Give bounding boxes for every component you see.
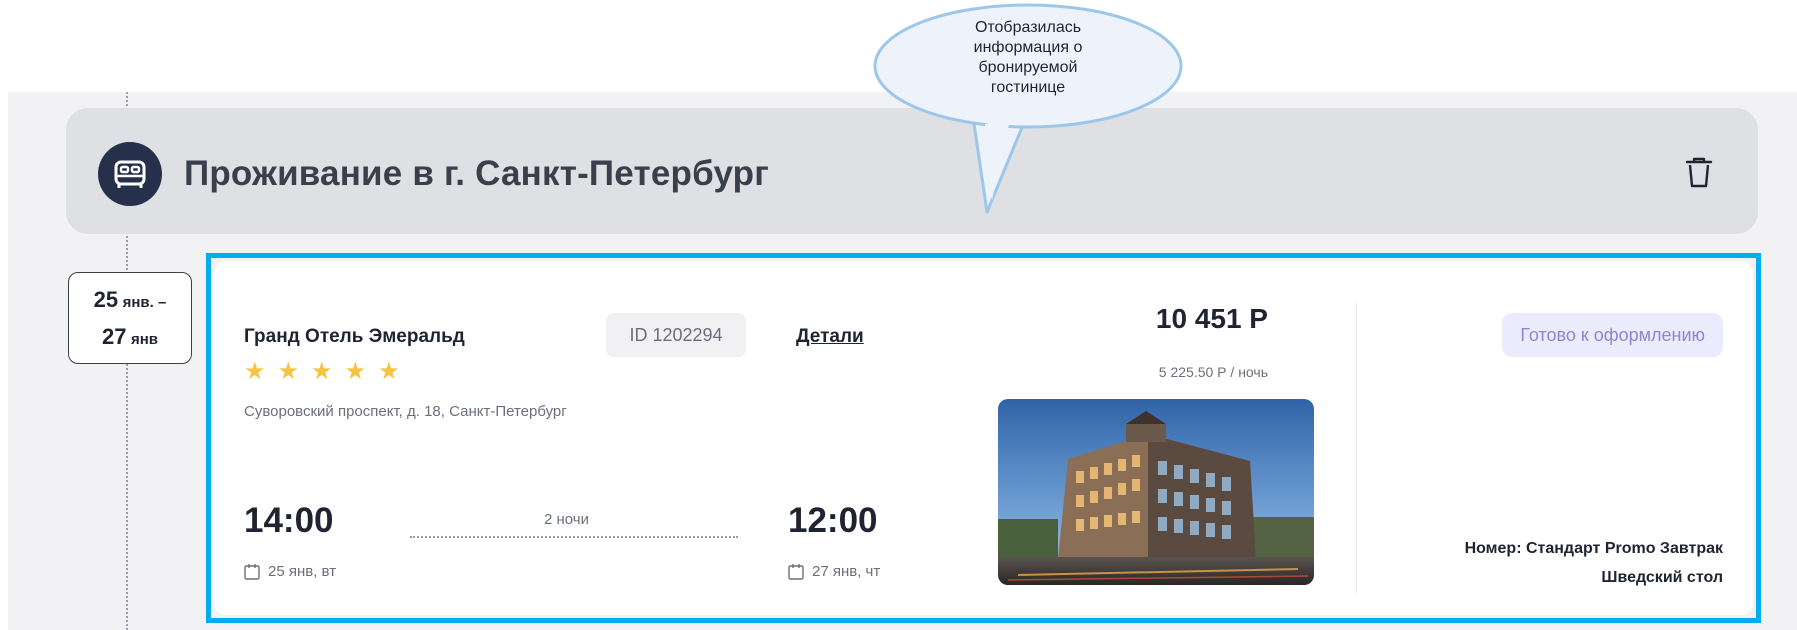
page: Проживание в г. Санкт-Петербург 25 янв. …	[0, 0, 1797, 630]
section-title: Проживание в г. Санкт-Петербург	[184, 154, 769, 193]
nights-count: 2 ночи	[544, 511, 589, 528]
end-month: янв	[130, 331, 158, 348]
calendar-icon	[244, 564, 260, 580]
card-divider	[1356, 303, 1357, 593]
checkin-date: 25 янв, вт	[268, 563, 337, 580]
end-day: 27	[102, 324, 127, 349]
status-badge: Готово к оформлению	[1502, 313, 1723, 357]
hotel-id-badge: ID 1202294	[606, 313, 746, 357]
checkin-date-row: 25 янв, вт	[244, 563, 336, 580]
star-icon: ★	[344, 358, 367, 385]
room-meal: Шведский стол	[1601, 569, 1723, 586]
stay-dotted-line	[410, 536, 738, 538]
checkout-time: 12:00	[788, 501, 878, 540]
checkout-date: 27 янв, чт	[812, 563, 881, 580]
hotel-name: Гранд Отель Эмеральд	[244, 326, 465, 347]
start-day: 25	[93, 287, 119, 312]
hotel-photo[interactable]	[998, 399, 1314, 585]
star-icon: ★	[244, 358, 266, 385]
star-icon: ★	[311, 358, 333, 385]
annotation-line: Отобразилась	[974, 19, 1082, 36]
annotation-line: бронируемой	[978, 59, 1078, 76]
trash-icon[interactable]	[1684, 156, 1714, 190]
total-price: 10 451 Р	[1155, 303, 1268, 334]
star-icon: ★	[277, 358, 300, 385]
room-type: Номер: Стандарт Promo Завтрак	[1464, 540, 1723, 557]
checkin-time: 14:00	[244, 501, 334, 540]
hotel-card: Гранд Отель Эмеральд ID 1202294 Детали ★…	[214, 261, 1753, 615]
calendar-icon	[788, 564, 804, 580]
checkout-date-row: 27 янв, чт	[788, 563, 880, 580]
hotel-address: Суворовский проспект, д. 18, Санкт-Петер…	[244, 403, 567, 420]
bed-icon	[98, 142, 162, 206]
star-rating: ★ ★ ★ ★ ★	[244, 359, 400, 385]
accommodation-section-header: Проживание в г. Санкт-Петербург	[66, 108, 1758, 234]
star-icon: ★	[378, 358, 400, 385]
room-info: Номер: Стандарт Promo Завтрак Шведский с…	[1393, 534, 1723, 592]
price-per-night: 5 225.50 Р / ночь	[1158, 364, 1268, 380]
details-link[interactable]: Детали	[796, 326, 864, 348]
start-month: янв. –	[122, 294, 167, 311]
annotation-text: Отобразилась информация о бронируемой го…	[918, 18, 1138, 98]
annotation-line: гостинице	[990, 79, 1066, 96]
stay-date-badge: 25 янв. – 27 янв	[68, 272, 192, 364]
annotation-line: информация о	[973, 39, 1083, 56]
